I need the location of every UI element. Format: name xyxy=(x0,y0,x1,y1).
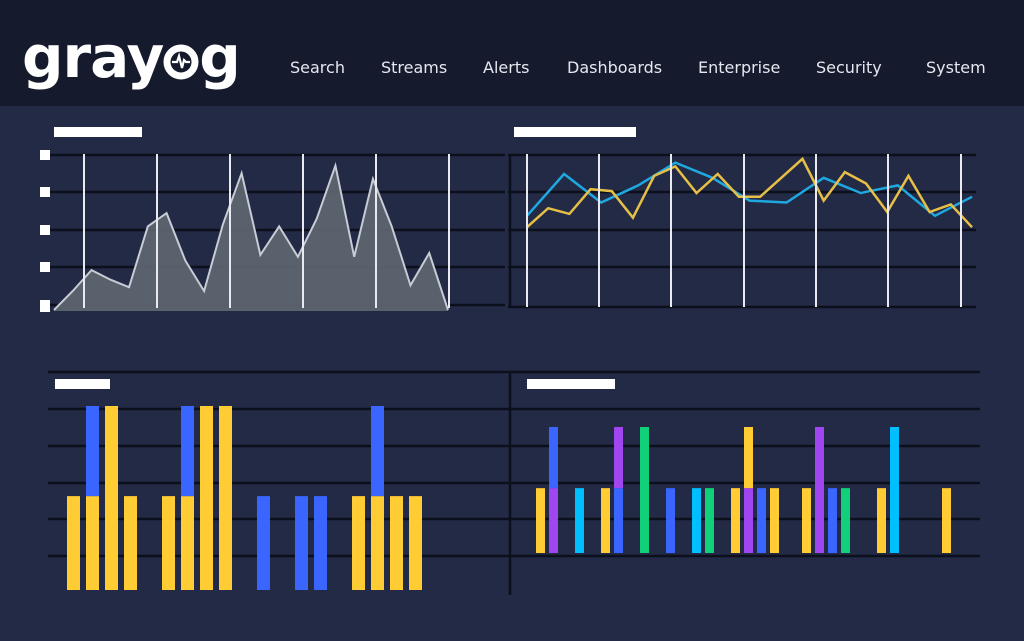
bar-segment-yellow xyxy=(802,488,811,553)
bar-segment-yellow xyxy=(536,488,545,553)
bar-segment-purple xyxy=(815,427,824,553)
bar-segment-blue xyxy=(666,488,675,553)
area-chart-widget xyxy=(40,127,505,312)
bar-segment-yellow xyxy=(601,488,610,553)
bar-segment-yellow xyxy=(105,406,118,590)
bar-segment-cyan xyxy=(692,488,701,553)
bar-segment-cyan xyxy=(890,427,899,553)
bar-segment-purple xyxy=(744,488,753,553)
bar-segment-yellow xyxy=(124,496,137,590)
bar-segment-blue xyxy=(86,406,99,497)
bar-segment-green xyxy=(841,488,850,553)
widget-title-placeholder xyxy=(514,127,636,137)
bar-segment-cyan xyxy=(575,488,584,553)
bar-segment-yellow xyxy=(219,406,232,590)
bar-segment-yellow xyxy=(731,488,740,553)
bar-segment-yellow xyxy=(162,496,175,590)
bar-segment-yellow xyxy=(352,496,365,590)
y-tick-marker xyxy=(40,187,50,197)
bar-chart-right-widget xyxy=(508,370,980,595)
bar-segment-yellow xyxy=(409,496,422,590)
bar-segment-blue xyxy=(828,488,837,553)
widget-title-placeholder xyxy=(527,379,615,389)
bar-segment-purple xyxy=(549,488,558,553)
dashboard-widgets xyxy=(40,127,980,595)
bar-segment-yellow xyxy=(390,496,403,590)
y-tick-marker xyxy=(40,225,50,235)
bar-segment-blue xyxy=(371,406,384,497)
bar-segment-green xyxy=(705,488,714,553)
bar-segment-blue xyxy=(181,406,194,497)
bar-segment-yellow xyxy=(371,496,384,590)
widget-title-placeholder xyxy=(54,127,142,137)
bar-segment-yellow xyxy=(877,488,886,553)
bar-segment-yellow xyxy=(67,496,80,590)
bar-segment-yellow xyxy=(181,496,194,590)
bar-segment-blue xyxy=(314,496,327,590)
line-chart-widget xyxy=(508,127,976,309)
bar-segment-blue xyxy=(257,496,270,590)
bar-segment-yellow xyxy=(744,427,753,489)
bar-segment-blue xyxy=(295,496,308,590)
y-tick-marker xyxy=(40,300,50,312)
bar-segment-purple xyxy=(614,427,623,489)
bar-segment-blue xyxy=(549,427,558,489)
bar-segment-blue xyxy=(614,488,623,553)
bar-chart-left-widget xyxy=(48,370,510,590)
bar-segment-green xyxy=(640,427,649,553)
bar-segment-yellow xyxy=(942,488,951,553)
bar-segment-blue xyxy=(757,488,766,553)
bar-segment-yellow xyxy=(200,406,213,590)
bar-segment-yellow xyxy=(770,488,779,553)
bar-segment-yellow xyxy=(86,496,99,590)
widget-title-placeholder xyxy=(55,379,110,389)
y-tick-marker xyxy=(40,262,50,272)
y-tick-marker xyxy=(40,150,50,160)
area-fill xyxy=(54,165,448,311)
